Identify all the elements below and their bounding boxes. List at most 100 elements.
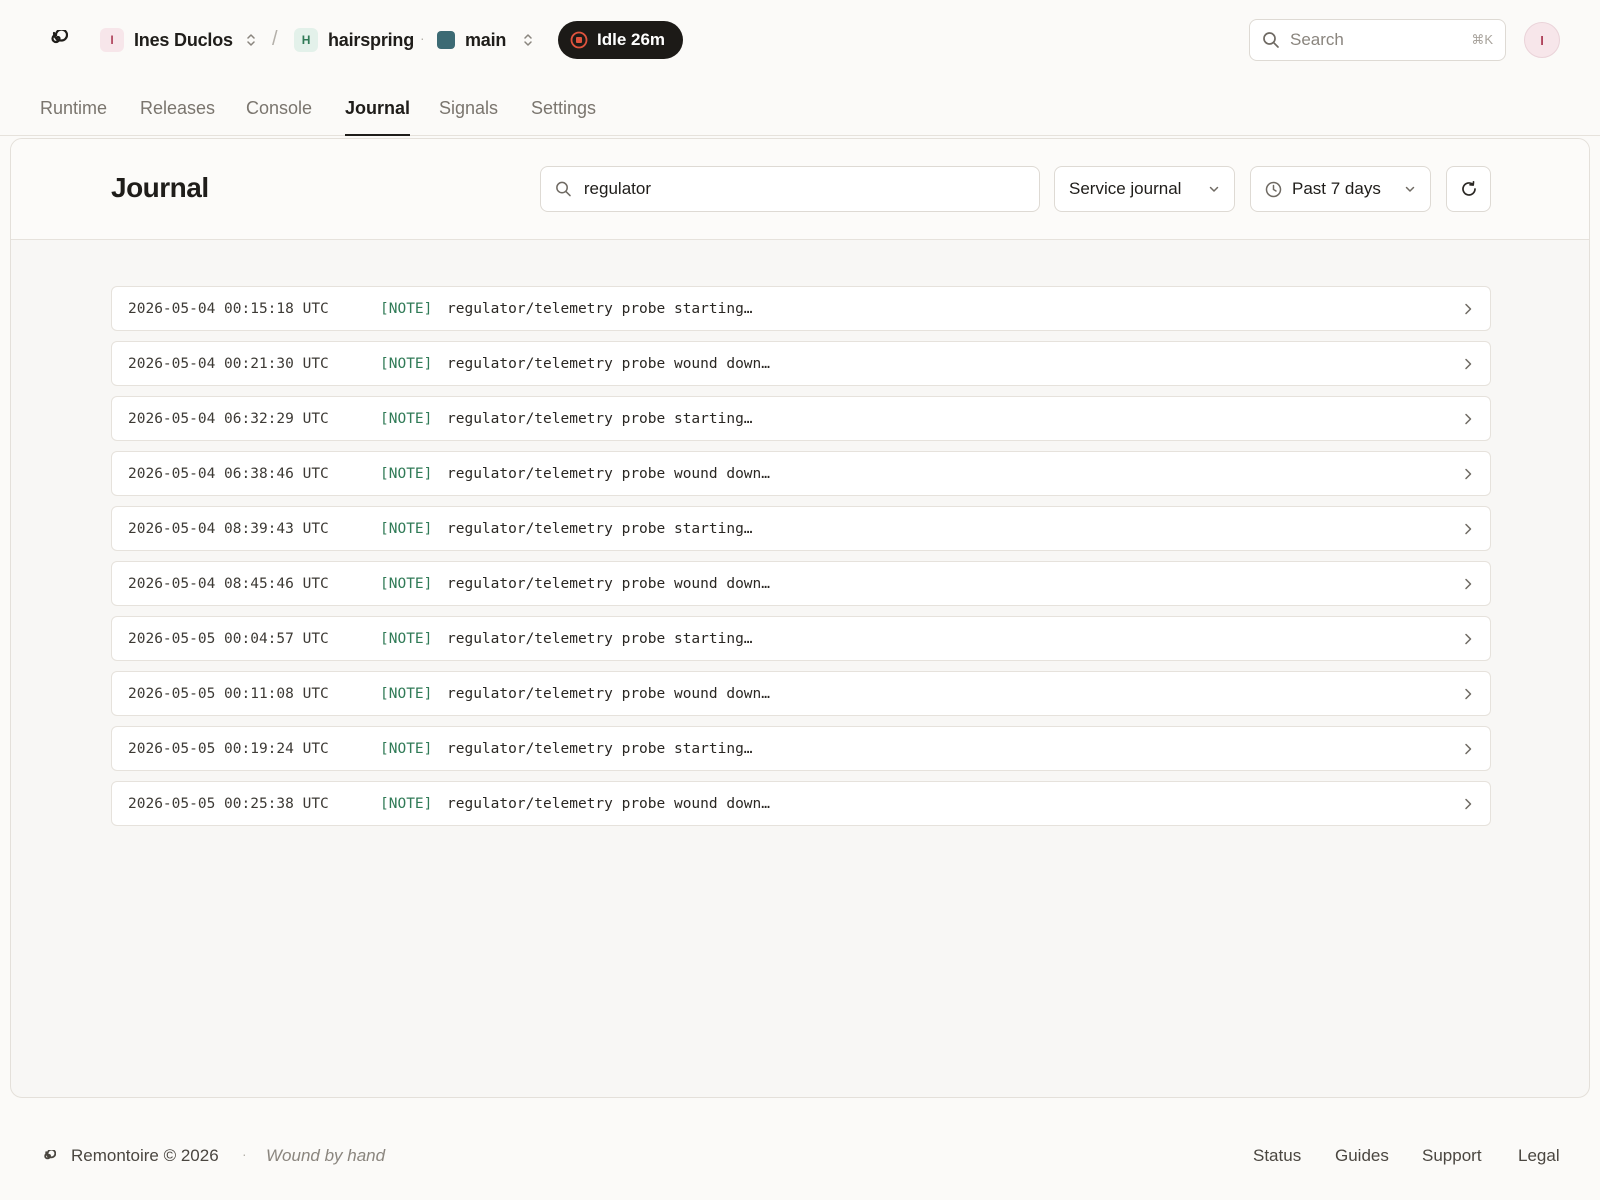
journal-entry-row[interactable]: 2026-05-04 06:38:46 UTC [NOTE] regulator/t… bbox=[111, 451, 1491, 496]
entry-level: [NOTE] bbox=[380, 300, 433, 317]
clock-icon bbox=[1265, 181, 1282, 197]
footer-brand: Remontoire © 2026 bbox=[71, 1146, 219, 1165]
section-tabs: Runtime Releases Console Journal Signals… bbox=[0, 80, 1600, 136]
chevron-right-icon bbox=[1465, 413, 1472, 424]
journal-toolbar: Journal Service journal Past 7 days bbox=[11, 139, 1589, 240]
entry-timestamp: 2026-05-04 08:45:46 UTC bbox=[128, 575, 329, 592]
branch-switcher[interactable]: main bbox=[437, 26, 534, 54]
chevron-right-icon bbox=[1465, 468, 1472, 479]
journal-entry-list: 2026-05-04 00:15:18 UTC [NOTE] regulator/t… bbox=[111, 286, 1491, 836]
entry-message: regulator/telemetry probe wound down… bbox=[447, 355, 771, 372]
journal-panel: Journal Service journal Past 7 days bbox=[10, 138, 1590, 1098]
user-name: Ines Duclos bbox=[134, 29, 233, 50]
entry-level: [NOTE] bbox=[380, 575, 433, 592]
entry-timestamp: 2026-05-04 08:39:43 UTC bbox=[128, 520, 329, 537]
journal-filter[interactable] bbox=[540, 166, 1040, 212]
journal-entry-row[interactable]: 2026-05-04 00:21:30 UTC [NOTE] regulator/t… bbox=[111, 341, 1491, 386]
chevron-right-icon bbox=[1465, 358, 1472, 369]
branch-name: main bbox=[465, 29, 507, 50]
tab-console[interactable]: Console bbox=[246, 98, 312, 136]
entry-timestamp: 2026-05-05 00:11:08 UTC bbox=[128, 685, 329, 702]
entry-timestamp: 2026-05-05 00:19:24 UTC bbox=[128, 740, 329, 757]
footer-link-guides[interactable]: Guides bbox=[1335, 1146, 1389, 1166]
refresh-button[interactable] bbox=[1446, 166, 1491, 212]
tab-journal[interactable]: Journal bbox=[345, 98, 411, 136]
entry-level: [NOTE] bbox=[380, 410, 433, 427]
spiral-logo-icon bbox=[44, 1150, 56, 1160]
footer-link-support[interactable]: Support bbox=[1422, 1146, 1482, 1166]
journal-entry-row[interactable]: 2026-05-04 08:39:43 UTC [NOTE] regulator/t… bbox=[111, 506, 1491, 551]
entry-level: [NOTE] bbox=[380, 685, 433, 702]
idle-status-pill[interactable]: Idle 26m bbox=[558, 21, 684, 59]
user-initial-chip: I bbox=[100, 28, 124, 52]
entry-level: [NOTE] bbox=[380, 740, 433, 757]
spiral-logo-icon[interactable] bbox=[48, 30, 68, 50]
chevron-right-icon bbox=[1465, 523, 1472, 534]
refresh-icon bbox=[1461, 180, 1476, 196]
journal-entry-row[interactable]: 2026-05-05 00:04:57 UTC [NOTE] regulator/t… bbox=[111, 616, 1491, 661]
footer-link-legal[interactable]: Legal bbox=[1518, 1146, 1560, 1166]
entry-timestamp: 2026-05-04 00:15:18 UTC bbox=[128, 300, 329, 317]
tab-releases[interactable]: Releases bbox=[140, 98, 215, 136]
journal-filter-input[interactable] bbox=[583, 179, 1025, 199]
footer-dot: · bbox=[242, 1146, 247, 1162]
entry-level: [NOTE] bbox=[380, 795, 433, 812]
breadcrumb-dot: · bbox=[420, 30, 425, 46]
entry-level: [NOTE] bbox=[380, 465, 433, 482]
journal-entry-row[interactable]: 2026-05-05 00:19:24 UTC [NOTE] regulator/t… bbox=[111, 726, 1491, 771]
entry-timestamp: 2026-05-05 00:04:57 UTC bbox=[128, 630, 329, 647]
idle-status-label: Idle 26m bbox=[597, 30, 666, 49]
entry-message: regulator/telemetry probe starting… bbox=[447, 740, 753, 757]
project-name: hairspring bbox=[328, 29, 415, 50]
entry-message: regulator/telemetry probe starting… bbox=[447, 300, 753, 317]
journal-entry-row[interactable]: 2026-05-05 00:25:38 UTC [NOTE] regulator/t… bbox=[111, 781, 1491, 826]
avatar[interactable]: I bbox=[1524, 22, 1560, 58]
entry-message: regulator/telemetry probe wound down… bbox=[447, 465, 771, 482]
chevron-down-icon bbox=[1405, 186, 1415, 192]
entry-message: regulator/telemetry probe wound down… bbox=[447, 685, 771, 702]
entry-timestamp: 2026-05-05 00:25:38 UTC bbox=[128, 795, 329, 812]
chevron-right-icon bbox=[1465, 578, 1472, 589]
search-placeholder: Search bbox=[1290, 30, 1344, 49]
source-select-value: Service journal bbox=[1069, 179, 1182, 198]
branch-color-swatch bbox=[437, 31, 455, 49]
chevron-right-icon bbox=[1465, 798, 1472, 809]
project-switcher[interactable]: H hairspring bbox=[294, 26, 414, 54]
updown-chevron-icon bbox=[247, 34, 255, 46]
time-range-select[interactable]: Past 7 days bbox=[1250, 166, 1431, 212]
entry-timestamp: 2026-05-04 06:38:46 UTC bbox=[128, 465, 329, 482]
source-select[interactable]: Service journal bbox=[1054, 166, 1235, 212]
footer-link-status[interactable]: Status bbox=[1253, 1146, 1301, 1166]
tab-signals[interactable]: Signals bbox=[439, 98, 498, 136]
recording-stop-icon bbox=[570, 31, 588, 49]
chevron-down-icon bbox=[1209, 186, 1219, 192]
search-icon bbox=[556, 181, 571, 197]
entry-message: regulator/telemetry probe starting… bbox=[447, 630, 753, 647]
chevron-right-icon bbox=[1465, 688, 1472, 699]
chevron-right-icon bbox=[1465, 303, 1472, 314]
entry-message: regulator/telemetry probe wound down… bbox=[447, 795, 771, 812]
journal-entry-row[interactable]: 2026-05-04 00:15:18 UTC [NOTE] regulator/t… bbox=[111, 286, 1491, 331]
journal-entry-row[interactable]: 2026-05-04 08:45:46 UTC [NOTE] regulator/t… bbox=[111, 561, 1491, 606]
entry-level: [NOTE] bbox=[380, 630, 433, 647]
entry-message: regulator/telemetry probe wound down… bbox=[447, 575, 771, 592]
time-range-value: Past 7 days bbox=[1292, 179, 1381, 198]
entry-message: regulator/telemetry probe starting… bbox=[447, 410, 753, 427]
tab-runtime[interactable]: Runtime bbox=[40, 98, 107, 136]
breadcrumb-separator: / bbox=[272, 28, 278, 50]
search-shortcut-hint: ⌘K bbox=[1471, 32, 1493, 47]
user-switcher[interactable]: I Ines Duclos bbox=[100, 26, 257, 54]
chevron-right-icon bbox=[1465, 633, 1472, 644]
entry-timestamp: 2026-05-04 00:21:30 UTC bbox=[128, 355, 329, 372]
chevron-right-icon bbox=[1465, 743, 1472, 754]
tab-settings[interactable]: Settings bbox=[531, 98, 596, 136]
project-initial-chip: H bbox=[294, 28, 318, 52]
entry-timestamp: 2026-05-04 06:32:29 UTC bbox=[128, 410, 329, 427]
journal-entry-row[interactable]: 2026-05-05 00:11:08 UTC [NOTE] regulator/t… bbox=[111, 671, 1491, 716]
journal-entry-row[interactable]: 2026-05-04 06:32:29 UTC [NOTE] regulator/t… bbox=[111, 396, 1491, 441]
global-search[interactable]: Search ⌘K bbox=[1249, 19, 1506, 61]
entry-message: regulator/telemetry probe starting… bbox=[447, 520, 753, 537]
footer: Remontoire © 2026 · Wound by hand Status… bbox=[0, 1110, 1600, 1200]
updown-chevron-icon bbox=[524, 34, 532, 46]
entry-level: [NOTE] bbox=[380, 355, 433, 372]
